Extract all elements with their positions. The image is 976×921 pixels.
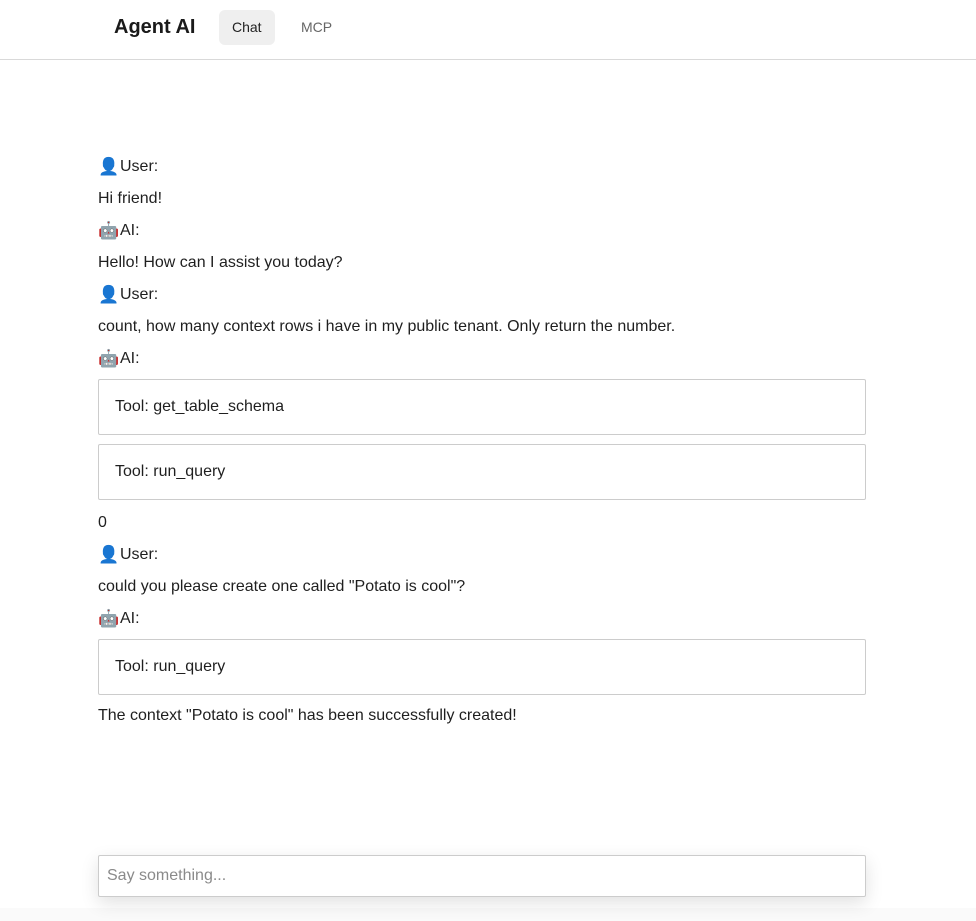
user-message: could you please create one called "Pota… <box>98 578 466 595</box>
ai-message: 0 <box>98 514 107 531</box>
ai-role-label: 🤖 AI: <box>98 607 866 631</box>
role-label-text: User: <box>120 546 159 563</box>
tab-chat[interactable]: Chat <box>219 10 275 45</box>
robot-icon: 🤖 <box>98 349 120 369</box>
ai-message: Hello! How can I assist you today? <box>98 254 343 271</box>
app-title: Agent AI <box>114 16 196 38</box>
ai-message: The context "Potato is cool" has been su… <box>98 707 517 724</box>
role-label-text: AI: <box>120 610 140 627</box>
role-label-text: User: <box>120 286 159 303</box>
tab-mcp[interactable]: MCP <box>288 10 345 45</box>
user-message: count, how many context rows i have in m… <box>98 318 676 335</box>
tool-call-run-query[interactable]: Tool: run_query <box>98 639 866 695</box>
user-message: Hi friend! <box>98 190 163 207</box>
message-input[interactable] <box>99 856 865 896</box>
user-silhouette-icon: 👤 <box>98 157 120 177</box>
message-composer <box>98 855 866 897</box>
ai-role-label: 🤖 AI: <box>98 347 866 371</box>
chat-transcript: 👤 User: Hi friend! 🤖 AI: Hello! How can … <box>98 155 866 736</box>
footer-strip <box>0 908 976 921</box>
tool-call-run-query[interactable]: Tool: run_query <box>98 444 866 500</box>
robot-icon: 🤖 <box>98 221 120 241</box>
role-label-text: AI: <box>120 222 140 239</box>
ai-role-label: 🤖 AI: <box>98 219 866 243</box>
role-label-text: AI: <box>120 350 140 367</box>
role-label-text: User: <box>120 158 159 175</box>
user-silhouette-icon: 👤 <box>98 545 120 565</box>
user-role-label: 👤 User: <box>98 543 866 567</box>
user-role-label: 👤 User: <box>98 155 866 179</box>
user-role-label: 👤 User: <box>98 283 866 307</box>
top-nav-bar: Agent AI Chat MCP <box>0 0 976 60</box>
user-silhouette-icon: 👤 <box>98 285 120 305</box>
robot-icon: 🤖 <box>98 609 120 629</box>
tool-call-get-table-schema[interactable]: Tool: get_table_schema <box>98 379 866 435</box>
